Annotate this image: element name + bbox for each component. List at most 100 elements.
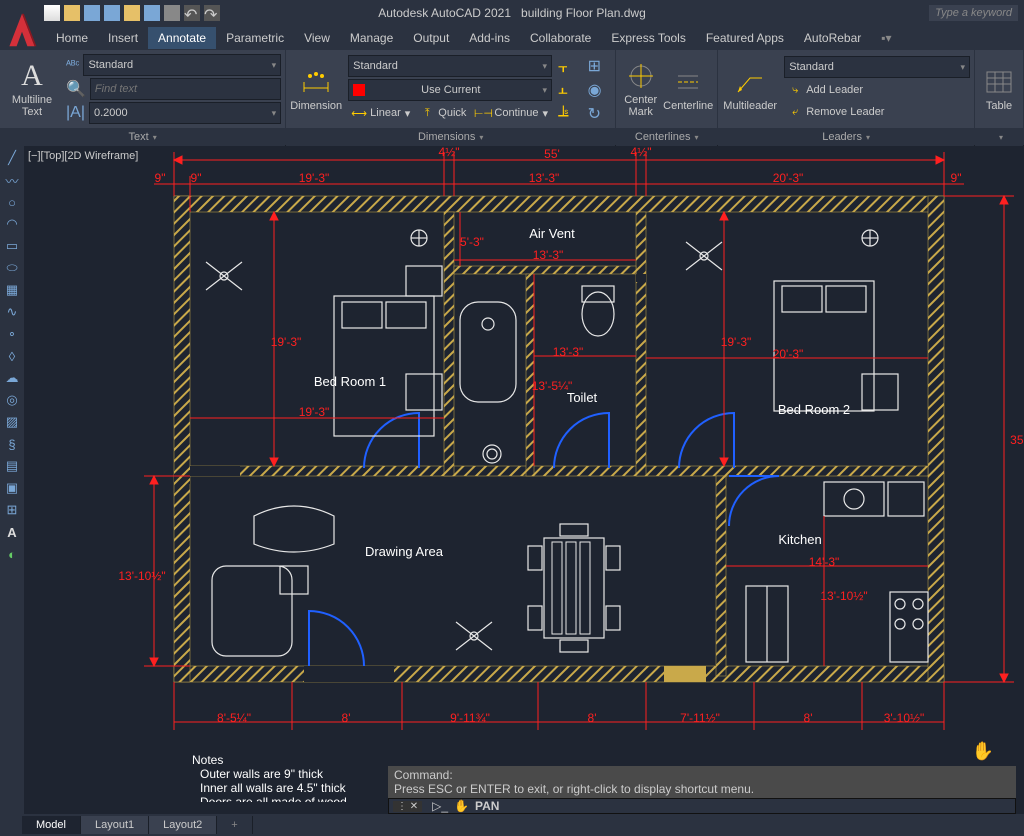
tab-layout2[interactable]: Layout2 (149, 816, 217, 834)
block-tool-icon[interactable]: ◐ (2, 544, 22, 564)
save-web-icon[interactable] (144, 5, 160, 21)
wipeout-tool-icon[interactable]: ▨ (2, 412, 22, 432)
menu-addins[interactable]: Add-ins (459, 27, 520, 49)
tab-model[interactable]: Model (22, 816, 81, 834)
svg-text:14'-3": 14'-3" (809, 555, 840, 569)
spellcheck-icon[interactable]: ᴬᴮᶜ (66, 59, 79, 71)
remove-leader-button[interactable]: ⤶Remove Leader (784, 102, 970, 122)
svg-text:7'-11½": 7'-11½" (680, 711, 720, 725)
drawing-canvas[interactable]: [−][Top][2D Wireframe] (24, 146, 1024, 802)
hatch-tool-icon[interactable]: ▦ (2, 280, 22, 300)
menu-collaborate[interactable]: Collaborate (520, 27, 601, 49)
continue-button[interactable]: ⊢⊣Continue ▾ (472, 103, 552, 123)
rectangle-tool-icon[interactable]: ▭ (2, 236, 22, 256)
svg-text:3'-10½": 3'-10½" (884, 711, 925, 725)
multileader-button[interactable]: Multileader (722, 54, 778, 124)
add-leader-button[interactable]: ⤷Add Leader (784, 80, 970, 100)
panel-table-label[interactable] (975, 128, 1023, 146)
line-tool-icon[interactable]: ╱ (2, 148, 22, 168)
inspect-icon[interactable]: ◉ (588, 80, 612, 100)
floor-plan-drawing: 55' 4½" 4½" 9" 9" 9" 19'-3" 13'-3" 20'-3… (24, 146, 1024, 802)
table-button[interactable]: Table (979, 54, 1019, 124)
menu-overflow-icon[interactable]: ▪▾ (871, 27, 901, 49)
menu-express[interactable]: Express Tools (601, 27, 695, 49)
open-icon[interactable] (64, 5, 80, 21)
menu-view[interactable]: View (294, 27, 340, 49)
adjust-space-icon[interactable]: ⫠ (558, 81, 582, 99)
panel-dim-label[interactable]: Dimensions (286, 128, 615, 146)
leader-style-dropdown[interactable]: Standard (784, 56, 970, 78)
find-text-input[interactable] (90, 78, 281, 100)
panel-text: A Multiline Text ᴬᴮᶜ Standard 🔍 |A| 0.20… (0, 50, 286, 145)
dimension-button[interactable]: Dimension (290, 54, 342, 124)
new-icon[interactable] (44, 5, 60, 21)
dim-tool-icon[interactable]: ⫡ (558, 103, 582, 121)
region-tool-icon[interactable]: ◊ (2, 346, 22, 366)
color-swatch-icon (353, 84, 365, 96)
save-icon[interactable] (84, 5, 100, 21)
svg-text:13'-3": 13'-3" (529, 171, 560, 185)
height-icon[interactable]: |A| (66, 104, 85, 122)
find-icon[interactable]: 🔍 (66, 79, 86, 99)
open-web-icon[interactable] (124, 5, 140, 21)
tab-add[interactable]: + (217, 816, 252, 834)
tab-layout1[interactable]: Layout1 (81, 816, 149, 834)
point-tool-icon[interactable]: ∘ (2, 324, 22, 344)
svg-text:Notes: Notes (192, 753, 223, 767)
center-mark-button[interactable]: Center Mark (620, 54, 661, 124)
quick-button[interactable]: ⤒Quick (416, 103, 470, 123)
text-style-dropdown[interactable]: Standard (83, 54, 281, 76)
svg-text:Air Vent: Air Vent (529, 226, 575, 241)
menu-annotate[interactable]: Annotate (148, 27, 216, 49)
panel-center-label[interactable]: Centerlines (616, 128, 717, 146)
menu-home[interactable]: Home (46, 27, 98, 49)
gradient-tool-icon[interactable]: ▤ (2, 456, 22, 476)
search-box[interactable]: Type a keyword (929, 5, 1018, 21)
revcloud-tool-icon[interactable]: ☁ (2, 368, 22, 388)
menu-output[interactable]: Output (403, 27, 459, 49)
command-text: PAN (475, 799, 499, 813)
arc-tool-icon[interactable]: ◠ (2, 214, 22, 234)
tolerance-icon[interactable]: ⊞ (588, 56, 612, 76)
panel-leaders-label[interactable]: Leaders (718, 128, 974, 146)
break-dim-icon[interactable]: ⫟ (558, 59, 582, 77)
undo-icon[interactable]: ↶ (184, 5, 200, 21)
cmd-close-icon[interactable]: ⋮ ✕ (393, 801, 422, 812)
ellipse-tool-icon[interactable]: ⬭ (2, 258, 22, 278)
use-current-dropdown[interactable]: Use Current (348, 79, 552, 101)
menu-insert[interactable]: Insert (98, 27, 148, 49)
menu-manage[interactable]: Manage (340, 27, 403, 49)
spline-tool-icon[interactable]: ∿ (2, 302, 22, 322)
svg-text:35': 35' (1010, 433, 1024, 447)
remove-leader-icon: ⤶ (788, 105, 802, 119)
table-tool-icon[interactable]: ⊞ (2, 500, 22, 520)
dimension-lines (144, 152, 1014, 730)
panel-text-label[interactable]: Text (0, 128, 285, 146)
saveas-icon[interactable] (104, 5, 120, 21)
circle-tool-icon[interactable]: ○ (2, 192, 22, 212)
menu-autorebar[interactable]: AutoRebar (794, 27, 871, 49)
multiline-text-button[interactable]: A Multiline Text (4, 54, 60, 124)
plot-icon[interactable] (164, 5, 180, 21)
svg-text:Inner all walls are 4.5" thick: Inner all walls are 4.5" thick (200, 781, 347, 795)
helix-tool-icon[interactable]: § (2, 434, 22, 454)
notes-block: Notes Outer walls are 9" thick Inner all… (192, 753, 347, 802)
donut-tool-icon[interactable]: ◎ (2, 390, 22, 410)
svg-text:8': 8' (804, 711, 813, 725)
mtext-tool-icon[interactable]: A (2, 522, 22, 542)
update-icon[interactable]: ↻ (588, 104, 612, 124)
dim-style-dropdown[interactable]: Standard (348, 55, 552, 77)
linear-button[interactable]: ⟷Linear ▾ (348, 103, 414, 123)
boundary-tool-icon[interactable]: ▣ (2, 478, 22, 498)
redo-icon[interactable]: ↷ (204, 5, 220, 21)
centerline-button[interactable]: Centerline (663, 54, 713, 124)
command-line[interactable]: ⋮ ✕ ▷_ ✋ PAN (388, 798, 1016, 814)
app-logo[interactable] (4, 10, 40, 50)
menu-parametric[interactable]: Parametric (216, 27, 294, 49)
svg-text:9'-11¾": 9'-11¾" (450, 711, 490, 725)
svg-text:8'-5¼": 8'-5¼" (217, 711, 251, 725)
menu-featured[interactable]: Featured Apps (696, 27, 794, 49)
text-height-dropdown[interactable]: 0.2000 (89, 102, 281, 124)
polyline-tool-icon[interactable]: 〰 (2, 170, 22, 190)
svg-text:13'-10½": 13'-10½" (118, 569, 165, 583)
